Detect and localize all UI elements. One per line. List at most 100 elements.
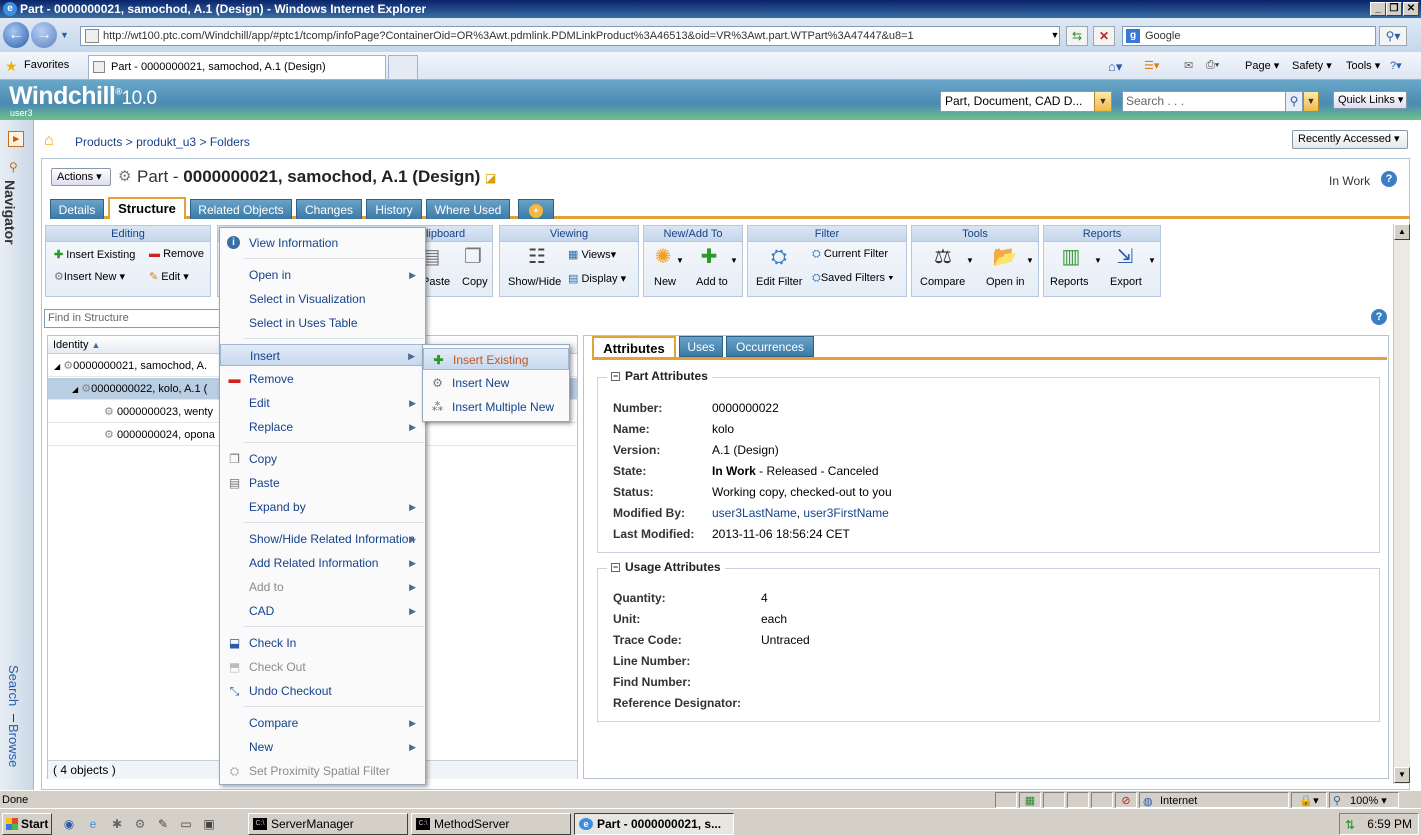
tools-quicklaunch-icon[interactable]: ✱ xyxy=(109,816,125,832)
open-in-dropdown-icon[interactable]: ▼ xyxy=(1026,256,1034,265)
scroll-up-icon[interactable]: ▲ xyxy=(1394,224,1410,240)
quicklaunch-icon[interactable]: ◉ xyxy=(61,816,77,832)
address-bar[interactable]: http://wt100.ptc.com/Windchill/app/#ptc1… xyxy=(80,26,1060,46)
menu-item-show-hide-related[interactable]: Show/Hide Related Information ▶ xyxy=(220,528,425,550)
stop-icon[interactable]: ✕ xyxy=(1093,26,1115,46)
clock[interactable]: 6:59 PM xyxy=(1367,817,1412,831)
edit-filter-button[interactable]: Edit Filter xyxy=(756,276,802,288)
menu-item-open-in[interactable]: Open in ▶ xyxy=(220,264,425,286)
recent-pages-icon[interactable]: ▼ xyxy=(60,30,69,40)
menu-item-insert-existing[interactable]: ✚ Insert Existing xyxy=(423,348,569,370)
find-in-structure-input[interactable]: Find in Structure xyxy=(44,309,220,328)
popup-blocked-icon[interactable]: ⊘ xyxy=(1115,792,1137,808)
help-icon[interactable]: ? xyxy=(1381,171,1397,187)
export-dropdown-icon[interactable]: ▼ xyxy=(1148,256,1156,265)
vertical-scrollbar[interactable]: ▲ ▼ xyxy=(1393,224,1410,784)
help-icon[interactable]: ? xyxy=(1371,309,1387,325)
views-button[interactable]: ▦ Views▾ xyxy=(568,248,616,261)
menu-item-insert-multiple-new[interactable]: ⁂ Insert Multiple New xyxy=(423,396,569,418)
add-to-button[interactable]: Add to xyxy=(696,276,728,288)
quick-links-button[interactable]: Quick Links ▾ xyxy=(1333,91,1407,109)
menu-item-view-information[interactable]: i View Information xyxy=(220,232,425,254)
menu-item-replace[interactable]: Replace ▶ xyxy=(220,416,425,438)
search-icon[interactable]: ⚲ xyxy=(1285,91,1303,112)
tab-history[interactable]: History xyxy=(366,199,422,219)
menu-item-new[interactable]: New ▶ xyxy=(220,736,425,758)
edit-button[interactable]: ✎ Edit ▾ xyxy=(149,270,189,283)
refresh-icon[interactable]: ⇆ xyxy=(1066,26,1088,46)
export-button[interactable]: Export xyxy=(1110,276,1142,288)
task-browser[interactable]: e Part - 0000000021, s... xyxy=(574,813,734,835)
tab-structure[interactable]: Structure xyxy=(108,197,186,219)
menu-item-set-proximity-spatial-filter[interactable]: ⛭ Set Proximity Spatial Filter xyxy=(220,760,425,782)
new-button[interactable]: New xyxy=(654,276,676,288)
menu-item-expand-by[interactable]: Expand by ▶ xyxy=(220,496,425,518)
feeds-icon[interactable]: ☰▾ xyxy=(1144,59,1159,72)
menu-item-select-in-uses-table[interactable]: Select in Uses Table xyxy=(220,312,425,334)
gears-quicklaunch-icon[interactable]: ⚙ xyxy=(132,816,148,832)
reports-button[interactable]: Reports xyxy=(1050,276,1089,288)
tab-details[interactable]: Details xyxy=(50,199,104,219)
reports-dropdown-icon[interactable]: ▼ xyxy=(1094,256,1102,265)
menu-item-compare[interactable]: Compare ▶ xyxy=(220,712,425,734)
task-methodserver[interactable]: C:\ MethodServer xyxy=(411,813,571,835)
security-zone[interactable]: ◍ Internet xyxy=(1139,792,1289,808)
menu-item-paste[interactable]: ▤ Paste xyxy=(220,472,425,494)
paste-button[interactable]: Paste xyxy=(422,276,450,288)
menu-item-insert[interactable]: Insert ▶ xyxy=(220,344,425,366)
menu-item-add-to[interactable]: Add to ▶ xyxy=(220,576,425,598)
breadcrumb-product[interactable]: produkt_u3 xyxy=(136,135,196,149)
new-dropdown-icon[interactable]: ▼ xyxy=(676,256,684,265)
home-icon[interactable]: ⌂▾ xyxy=(1108,59,1122,75)
navigator-search-link[interactable]: Search xyxy=(6,665,21,706)
address-dropdown-icon[interactable]: ▼ xyxy=(1044,26,1066,46)
pin-icon[interactable]: ⚲ xyxy=(9,160,18,174)
tools-menu[interactable]: Tools ▾ xyxy=(1346,59,1380,72)
window-quicklaunch-icon[interactable]: ▭ xyxy=(178,816,194,832)
start-button[interactable]: Start xyxy=(2,813,52,835)
browser-search-input[interactable]: g Google xyxy=(1122,26,1376,46)
close-window-button[interactable]: ✕ xyxy=(1403,2,1419,16)
page-menu[interactable]: Page ▾ xyxy=(1245,59,1279,72)
search-go-icon[interactable]: ⚲▾ xyxy=(1379,26,1407,46)
collapse-icon[interactable]: ◢ xyxy=(54,362,60,371)
mail-icon[interactable]: ✉ xyxy=(1184,59,1193,72)
breadcrumb-folders[interactable]: Folders xyxy=(210,135,250,149)
safety-menu[interactable]: Safety ▾ xyxy=(1292,59,1332,72)
notepad-quicklaunch-icon[interactable]: ✎ xyxy=(155,816,171,832)
home-icon[interactable]: ⌂ xyxy=(44,132,54,150)
print-icon[interactable]: ⎙▾ xyxy=(1206,59,1219,72)
menu-item-cad[interactable]: CAD ▶ xyxy=(220,600,425,622)
menu-item-copy[interactable]: ❐ Copy xyxy=(220,448,425,470)
back-arrow-icon[interactable]: ← xyxy=(3,22,29,48)
insert-existing-button[interactable]: ✚ Insert Existing xyxy=(54,248,135,261)
zoom-control[interactable]: ⚲ 100% ▾ xyxy=(1329,792,1399,808)
recently-accessed-button[interactable]: Recently Accessed ▾ xyxy=(1292,130,1408,149)
breadcrumb-products[interactable]: Products xyxy=(75,135,122,149)
windchill-search-input[interactable]: Search . . . xyxy=(1122,91,1286,112)
navigator-browse-link[interactable]: Browse xyxy=(6,724,21,767)
current-filter-button[interactable]: ⛭ Current Filter xyxy=(812,248,888,261)
maximize-button[interactable]: ❐ xyxy=(1386,2,1402,16)
menu-item-edit[interactable]: Edit ▶ xyxy=(220,392,425,414)
tab-uses[interactable]: Uses xyxy=(679,336,723,357)
tab-related-objects[interactable]: Related Objects xyxy=(190,199,292,219)
menu-item-remove[interactable]: ▬ Remove xyxy=(220,368,425,390)
new-tab-button[interactable] xyxy=(388,55,418,79)
search-options-icon[interactable]: ▼ xyxy=(1303,91,1319,112)
menu-item-insert-new[interactable]: ⚙ Insert New xyxy=(423,372,569,394)
forward-arrow-icon[interactable]: → xyxy=(31,22,57,48)
compare-dropdown-icon[interactable]: ▼ xyxy=(966,256,974,265)
show-hide-button[interactable]: Show/Hide xyxy=(508,276,561,288)
actions-button[interactable]: Actions ▾ xyxy=(51,168,111,186)
menu-item-undo-checkout[interactable]: ⤡ Undo Checkout xyxy=(220,680,425,702)
scroll-down-icon[interactable]: ▼ xyxy=(1394,767,1410,783)
window2-quicklaunch-icon[interactable]: ▣ xyxy=(201,816,217,832)
task-servermanager[interactable]: C:\ ServerManager xyxy=(248,813,408,835)
open-in-button[interactable]: Open in xyxy=(986,276,1025,288)
remove-button[interactable]: ▬ Remove xyxy=(149,248,204,260)
search-type-select[interactable]: Part, Document, CAD D... ▼ xyxy=(940,91,1112,112)
tab-attributes[interactable]: Attributes xyxy=(592,336,676,357)
menu-item-select-in-visualization[interactable]: Select in Visualization xyxy=(220,288,425,310)
tab-where-used[interactable]: Where Used xyxy=(426,199,510,219)
